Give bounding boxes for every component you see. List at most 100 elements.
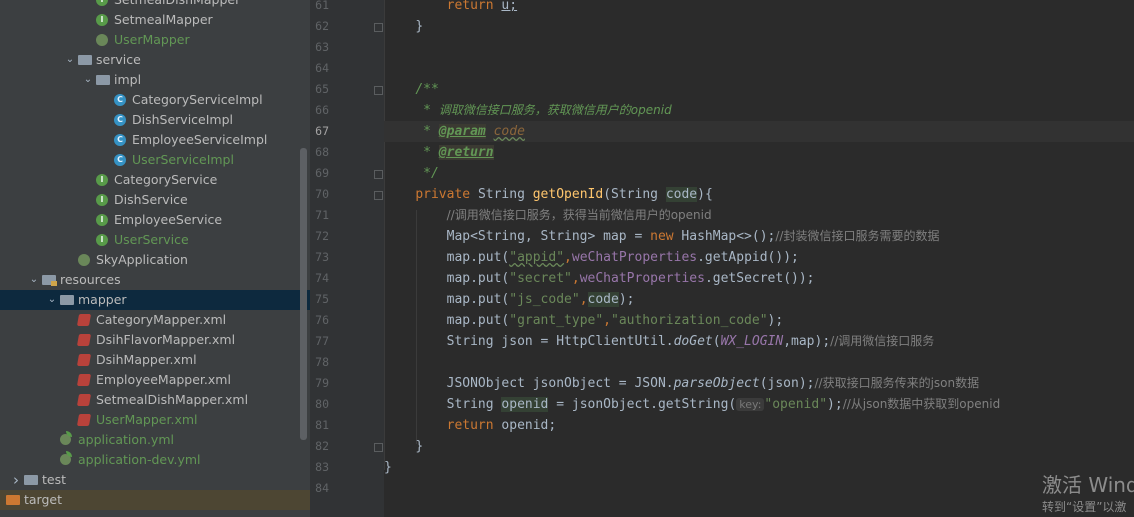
mybatis-xml-icon bbox=[76, 354, 92, 366]
tree-item[interactable]: I SetmealMapper bbox=[0, 10, 310, 30]
code-line-83[interactable]: } bbox=[384, 457, 1134, 478]
class-icon: C bbox=[114, 134, 126, 146]
comma: , bbox=[571, 271, 580, 286]
chevron-down-icon[interactable]: ⌄ bbox=[28, 270, 40, 290]
tree-item[interactable]: CategoryMapper.xml bbox=[0, 310, 310, 330]
tree-item[interactable]: ⌄ impl bbox=[0, 70, 310, 90]
chevron-down-icon[interactable]: ⌄ bbox=[64, 50, 76, 70]
tree-item[interactable]: DsihFlavorMapper.xml bbox=[0, 330, 310, 350]
tree-item[interactable]: UserMapper bbox=[0, 30, 310, 50]
tree-item[interactable]: C DishServiceImpl bbox=[0, 110, 310, 130]
code-line-71[interactable]: //调用微信接口服务，获得当前微信用户的openid bbox=[384, 205, 1134, 226]
code-line-65[interactable]: /** bbox=[384, 79, 1134, 100]
tree-item-label: DsihMapper.xml bbox=[96, 352, 197, 367]
tree-item[interactable]: application-dev.yml bbox=[0, 450, 310, 470]
code-text: .getAppid()); bbox=[697, 250, 799, 265]
code-line-66[interactable]: * 调取微信接口服务，获取微信用户的openid bbox=[384, 100, 1134, 121]
package-folder-icon bbox=[96, 75, 110, 85]
line-number: 61 bbox=[315, 0, 329, 12]
line-number: 73 bbox=[315, 250, 329, 264]
fold-marker-icon[interactable] bbox=[374, 23, 383, 32]
code-text: ( bbox=[712, 334, 721, 349]
javadoc: /** bbox=[415, 82, 439, 97]
code-line-82[interactable]: } bbox=[384, 436, 1134, 457]
code-line-61[interactable]: return u; bbox=[384, 0, 1134, 16]
line-number: 66 bbox=[315, 103, 329, 117]
mybatis-xml-icon bbox=[76, 394, 92, 406]
javadoc: */ bbox=[415, 166, 439, 181]
tree-item[interactable]: I DishService bbox=[0, 190, 310, 210]
spring-bean-icon bbox=[96, 34, 108, 46]
javadoc-param: code bbox=[493, 124, 525, 139]
tree-item[interactable]: EmployeeMapper.xml bbox=[0, 370, 310, 390]
tree-scrollbar[interactable] bbox=[300, 148, 307, 440]
comma: , bbox=[579, 292, 588, 307]
line-number: 63 bbox=[315, 40, 329, 54]
code-line-74[interactable]: map.put("secret",weChatProperties.getSec… bbox=[384, 268, 1134, 289]
code-line-72[interactable]: Map<String, String> map = new HashMap<>(… bbox=[384, 226, 1134, 247]
code-text: String bbox=[446, 397, 502, 412]
line-number: 78 bbox=[315, 355, 329, 369]
tree-item[interactable]: UserMapper.xml bbox=[0, 410, 310, 430]
windows-activation-watermark: 激活 Wind 转到“设置”以激 bbox=[1042, 469, 1134, 515]
fold-marker-icon[interactable] bbox=[374, 443, 383, 452]
code-editor[interactable]: return u; } /** * 调取微信接口服务，获取微信用户的openid… bbox=[384, 0, 1134, 517]
code-line-75[interactable]: map.put("js_code",code); bbox=[384, 289, 1134, 310]
code-line-79[interactable]: JSONObject jsonObject = JSON.parseObject… bbox=[384, 373, 1134, 394]
tree-item[interactable]: C CategoryServiceImpl bbox=[0, 90, 310, 110]
javadoc-text: 调取微信接口服务，获取微信用户的openid bbox=[438, 103, 672, 117]
tree-item[interactable]: ⌄ mapper bbox=[0, 290, 310, 310]
tree-item[interactable]: ⌄ service bbox=[0, 50, 310, 70]
code-line-67[interactable]: * @param code bbox=[384, 121, 1134, 142]
fold-marker-icon[interactable] bbox=[374, 191, 383, 200]
string: "authorization_code" bbox=[611, 313, 768, 328]
tree-item[interactable]: I UserService bbox=[0, 230, 310, 250]
code-line-76[interactable]: map.put("grant_type","authorization_code… bbox=[384, 310, 1134, 331]
chevron-right-icon[interactable]: › bbox=[10, 470, 22, 490]
mybatis-xml-icon bbox=[76, 414, 92, 426]
line-number: 70 bbox=[315, 187, 329, 201]
tree-item[interactable]: › test bbox=[0, 470, 310, 490]
code-text: ){ bbox=[697, 187, 713, 202]
chevron-down-icon[interactable]: ⌄ bbox=[46, 290, 58, 310]
code-text: openid; bbox=[493, 418, 557, 433]
code-line-80[interactable]: String openid = jsonObject.getString(key… bbox=[384, 394, 1134, 415]
code-text: JSONObject jsonObject = JSON. bbox=[446, 376, 674, 391]
tree-item[interactable]: C EmployeeServiceImpl bbox=[0, 130, 310, 150]
code-text: } bbox=[415, 439, 424, 454]
tree-item-label: SetmealDishMapper bbox=[114, 0, 240, 10]
fold-marker-icon[interactable] bbox=[374, 86, 383, 95]
line-number: 75 bbox=[315, 292, 329, 306]
tree-item[interactable]: I CategoryService bbox=[0, 170, 310, 190]
line-number: 79 bbox=[315, 376, 329, 390]
code-text: String bbox=[477, 187, 533, 202]
line-number: 71 bbox=[315, 208, 329, 222]
tree-item[interactable]: DsihMapper.xml bbox=[0, 350, 310, 370]
code-line-73[interactable]: map.put("appid",weChatProperties.getAppi… bbox=[384, 247, 1134, 268]
tree-item[interactable]: ⌄ resources bbox=[0, 270, 310, 290]
tree-item[interactable]: I EmployeeService bbox=[0, 210, 310, 230]
chevron-down-icon[interactable]: ⌄ bbox=[82, 70, 94, 90]
tree-item[interactable]: I SetmealDishMapper bbox=[0, 0, 310, 10]
tree-item-label: test bbox=[42, 472, 67, 487]
line-number: 83 bbox=[315, 460, 329, 474]
tree-item[interactable]: › target bbox=[0, 490, 310, 510]
tree-item[interactable]: SetmealDishMapper.xml bbox=[0, 390, 310, 410]
javadoc: * bbox=[415, 145, 439, 160]
code-line-70[interactable]: private String getOpenId(String code){ bbox=[384, 184, 1134, 205]
string: "openid" bbox=[764, 397, 828, 412]
tree-item[interactable]: C UserServiceImpl bbox=[0, 150, 310, 170]
code-line-77[interactable]: String json = HttpClientUtil.doGet(WX_LO… bbox=[384, 331, 1134, 352]
tree-item[interactable]: application.yml bbox=[0, 430, 310, 450]
mybatis-xml-icon bbox=[76, 374, 92, 386]
fold-marker-icon[interactable] bbox=[374, 170, 383, 179]
code-line-68[interactable]: * @return bbox=[384, 142, 1134, 163]
variable-highlight: openid bbox=[501, 397, 549, 412]
tree-item[interactable]: SkyApplication bbox=[0, 250, 310, 270]
code-line-81[interactable]: return openid; bbox=[384, 415, 1134, 436]
watermark-line-1: 激活 Wind bbox=[1042, 473, 1134, 497]
code-line-62[interactable]: } bbox=[384, 16, 1134, 37]
chevron-right-icon[interactable]: › bbox=[0, 490, 4, 510]
mybatis-xml-icon bbox=[76, 314, 92, 326]
code-line-69[interactable]: */ bbox=[384, 163, 1134, 184]
